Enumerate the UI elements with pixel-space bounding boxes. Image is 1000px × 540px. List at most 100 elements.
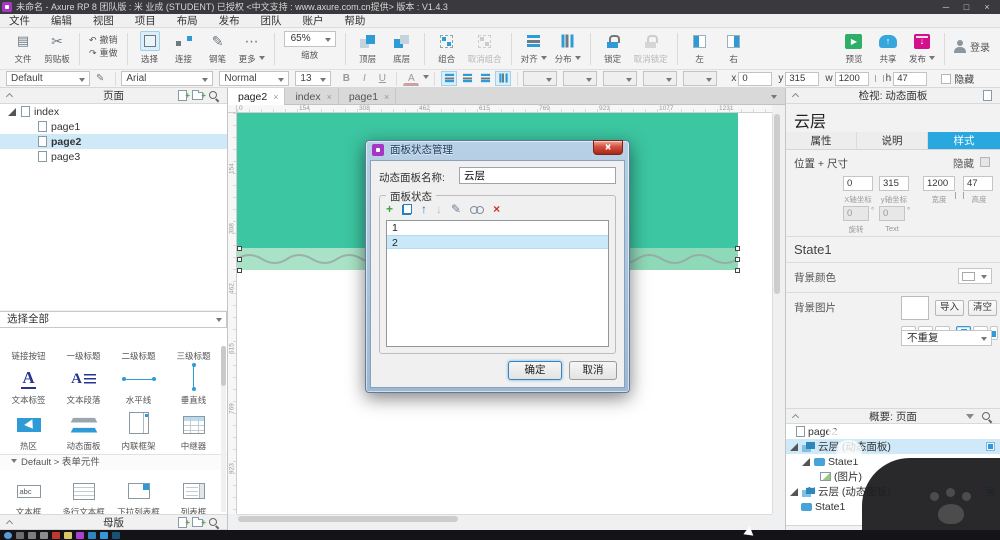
selection-handle[interactable] — [237, 246, 242, 251]
undo-button[interactable]: 撤销 — [89, 34, 118, 47]
panel-flag-icon[interactable] — [986, 442, 995, 451]
valign-middle-button[interactable] — [495, 71, 512, 86]
y-input[interactable] — [785, 71, 820, 86]
font-color-button[interactable]: A — [403, 71, 420, 86]
add-folder-icon[interactable] — [192, 515, 206, 531]
publish-button[interactable]: 发布 — [909, 31, 935, 65]
x-coordinate-input[interactable] — [843, 176, 873, 191]
widget-hotspot[interactable] — [1, 410, 56, 440]
ok-button[interactable]: 确定 — [508, 361, 562, 380]
panel-name-input[interactable] — [459, 167, 616, 184]
selection-handle[interactable] — [735, 268, 740, 273]
windows-taskbar[interactable] — [0, 525, 1000, 540]
w-input[interactable] — [834, 71, 869, 86]
minimize-button[interactable]: ─ — [937, 0, 955, 14]
expand-arrow-icon[interactable] — [8, 107, 16, 116]
italic-button[interactable]: I — [356, 71, 372, 86]
outline-item-cloud-panel[interactable]: 云层 (动态面板) — [786, 439, 1000, 454]
search-icon[interactable] — [209, 91, 219, 101]
tab-page2[interactable]: page2 — [228, 88, 286, 105]
search-icon[interactable] — [982, 412, 992, 422]
align-button[interactable]: 对齐 — [521, 31, 547, 65]
widget-listbox[interactable] — [166, 476, 221, 506]
selection-handle[interactable] — [237, 268, 242, 273]
clipboard-tools-button[interactable]: 剪贴板 — [44, 31, 70, 65]
tab-list-icon[interactable] — [771, 95, 777, 102]
align-left-text-button[interactable] — [441, 71, 458, 86]
group-button[interactable]: 组合 — [434, 31, 460, 65]
close-tab-icon[interactable] — [273, 89, 278, 105]
more-tools-button[interactable]: 更多 — [239, 31, 265, 65]
widget-vline[interactable] — [166, 362, 221, 392]
menu-project[interactable]: 项目 — [126, 14, 165, 28]
send-to-back-button[interactable]: 底层 — [389, 31, 415, 65]
bg-color-dropdown[interactable] — [958, 268, 992, 284]
view-state-icon[interactable] — [470, 205, 485, 214]
cancel-button[interactable]: 取消 — [569, 361, 617, 380]
zoom-control[interactable]: 65% 缩放 — [283, 31, 336, 61]
height-input[interactable] — [963, 176, 993, 191]
login-button[interactable]: 登录 — [954, 39, 990, 54]
font-weight-dropdown[interactable]: Normal — [219, 71, 290, 86]
bg-image-thumbnail[interactable] — [901, 296, 929, 320]
page-tree-item-page3[interactable]: page3 — [0, 149, 227, 164]
close-button[interactable]: × — [978, 0, 996, 14]
font-family-dropdown[interactable]: Arial — [121, 71, 214, 86]
library-section-forms[interactable]: Default > 表单元件 — [0, 454, 227, 470]
redo-button[interactable]: 重做 — [89, 47, 118, 60]
widget-name-field[interactable]: 云层 — [794, 108, 826, 132]
import-button[interactable]: 导入 — [935, 300, 964, 316]
widget-dynamic-panel[interactable] — [56, 410, 111, 440]
taskbar-app-icon[interactable] — [52, 531, 60, 539]
bg-repeat-dropdown[interactable]: 不重复 — [901, 330, 992, 346]
widget-droplist[interactable] — [111, 476, 166, 506]
filter-icon[interactable] — [966, 414, 974, 419]
close-tab-icon[interactable] — [327, 89, 332, 105]
dialog-close-button[interactable] — [593, 140, 623, 155]
taskbar-app-icon[interactable] — [100, 531, 108, 539]
menu-account[interactable]: 账户 — [293, 14, 332, 28]
hide-checkbox[interactable] — [941, 73, 952, 84]
duplicate-state-icon[interactable] — [402, 203, 413, 215]
menu-file[interactable]: 文件 — [0, 14, 39, 28]
collapse-panel-icon[interactable] — [5, 92, 14, 101]
distribute-button[interactable]: 分布 — [555, 31, 581, 65]
state-list-item[interactable]: 1 — [387, 221, 608, 235]
clear-button[interactable]: 清空 — [968, 300, 997, 316]
width-input[interactable] — [923, 176, 955, 191]
search-icon[interactable] — [209, 518, 219, 528]
align-right-text-button[interactable] — [477, 71, 493, 86]
state-list-item-selected[interactable]: 2 — [387, 235, 608, 249]
taskbar-app-icon[interactable] — [76, 531, 84, 539]
page-tree-item-page2[interactable]: page2 — [0, 134, 227, 149]
taskbar-app-icon[interactable] — [64, 531, 72, 539]
widget-multiline[interactable] — [56, 476, 111, 506]
selection-handle[interactable] — [237, 257, 242, 262]
collapse-panel-icon[interactable] — [791, 92, 800, 101]
library-scrollbar[interactable] — [221, 346, 226, 512]
y-coordinate-input[interactable] — [879, 176, 909, 191]
taskbar-app-icon[interactable] — [16, 531, 24, 539]
taskbar-app-icon[interactable] — [28, 531, 36, 539]
close-tab-icon[interactable] — [384, 89, 389, 105]
selection-handle[interactable] — [735, 246, 740, 251]
add-page-icon[interactable] — [178, 88, 190, 104]
page-tree-item-page1[interactable]: page1 — [0, 119, 227, 134]
add-master-icon[interactable] — [178, 515, 190, 531]
taskbar-app-icon[interactable] — [112, 531, 120, 539]
x-input[interactable] — [738, 71, 773, 86]
tab-page1[interactable]: page1 — [339, 88, 397, 105]
taskbar-app-icon[interactable] — [88, 531, 96, 539]
maximize-button[interactable]: □ — [957, 0, 975, 14]
menu-team[interactable]: 团队 — [252, 14, 291, 28]
notes-doc-icon[interactable] — [983, 90, 992, 101]
tab-properties[interactable]: 属性 — [786, 132, 857, 150]
h-input[interactable] — [893, 71, 928, 86]
menu-view[interactable]: 视图 — [84, 14, 123, 28]
delete-state-icon[interactable]: × — [493, 203, 500, 215]
selection-handle[interactable] — [735, 257, 740, 262]
underline-button[interactable]: U — [374, 71, 390, 86]
align-left-button[interactable]: 左 — [687, 31, 713, 65]
hide-checkbox[interactable] — [980, 157, 990, 167]
widget-repeater[interactable] — [166, 410, 221, 440]
